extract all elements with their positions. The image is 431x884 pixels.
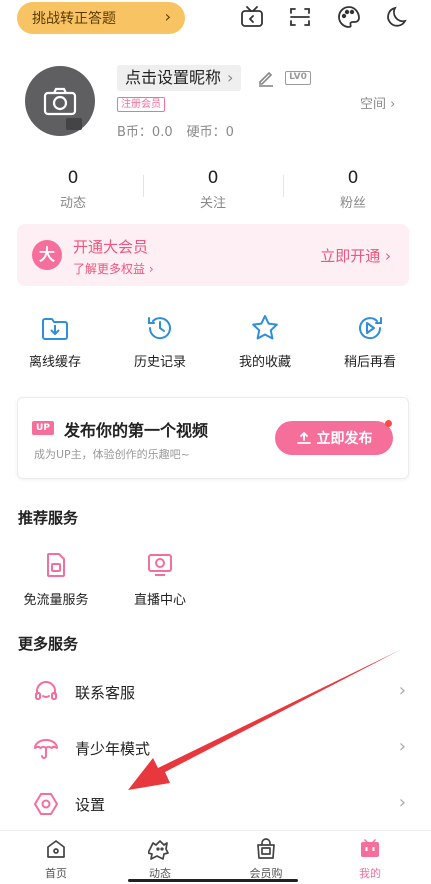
star-icon bbox=[250, 313, 280, 343]
quick-action-label: 稍后再看 bbox=[343, 355, 396, 370]
tv-scan-icon[interactable] bbox=[239, 4, 265, 30]
chevron-right-icon: › bbox=[390, 97, 396, 112]
vip-open-button[interactable]: 立即开通 › bbox=[320, 245, 391, 266]
chevron-right-icon: › bbox=[227, 68, 234, 87]
nickname-button[interactable]: 点击设置昵称 › bbox=[117, 65, 242, 91]
sim-card-icon bbox=[42, 551, 70, 579]
palette-icon[interactable] bbox=[336, 4, 362, 30]
row-customer-service[interactable]: 联系客服 › bbox=[0, 666, 431, 718]
stat-value: 0 bbox=[347, 168, 359, 188]
quick-action-label: 历史记录 bbox=[133, 355, 186, 370]
home-indicator bbox=[128, 879, 298, 882]
live-tv-icon bbox=[146, 551, 174, 579]
scan-icon[interactable] bbox=[287, 4, 313, 30]
row-settings[interactable]: 设置 › bbox=[0, 778, 431, 830]
quick-watch-later[interactable]: 稍后再看 bbox=[320, 313, 420, 370]
history-clock-icon bbox=[145, 313, 175, 343]
nav-label: 首页 bbox=[45, 867, 67, 880]
publish-button[interactable]: 立即发布 bbox=[275, 421, 393, 455]
stat-fans[interactable]: 0 粉丝 bbox=[303, 168, 403, 211]
camera-icon bbox=[43, 87, 77, 116]
row-teen-mode[interactable]: 青少年模式 › bbox=[0, 722, 431, 774]
chevron-right-icon: › bbox=[164, 7, 171, 26]
publish-label: 立即发布 bbox=[316, 431, 373, 447]
quick-offline-cache[interactable]: 离线缓存 bbox=[5, 313, 105, 370]
vip-benefits-label: 了解更多权益 bbox=[73, 262, 146, 276]
vip-open-label: 立即开通 bbox=[320, 247, 381, 265]
upload-card[interactable]: UP 发布你的第一个视频 成为UP主，体验创作的乐趣吧~ 立即发布 bbox=[17, 397, 409, 479]
watch-later-icon bbox=[355, 313, 385, 343]
stat-label: 动态 bbox=[59, 196, 86, 211]
divider bbox=[283, 175, 284, 197]
top-bar: 挑战转正答题 › bbox=[0, 0, 431, 38]
recommended-section-title: 推荐服务 bbox=[18, 509, 79, 527]
hard-coin-value: 硬币：0 bbox=[186, 125, 234, 140]
nav-member-shop[interactable]: 会员购 bbox=[226, 837, 306, 881]
upload-subtitle: 成为UP主，体验创作的乐趣吧~ bbox=[34, 448, 190, 461]
download-folder-icon bbox=[40, 313, 70, 343]
service-live-center[interactable]: 直播中心 bbox=[120, 551, 200, 608]
more-section-title: 更多服务 bbox=[18, 635, 79, 653]
nav-dynamic[interactable]: 动态 bbox=[120, 837, 200, 881]
shopping-bag-icon bbox=[254, 837, 278, 861]
stat-label: 关注 bbox=[199, 196, 226, 211]
space-label: 空间 bbox=[360, 97, 387, 112]
vip-title: 开通大会员 bbox=[73, 238, 149, 256]
up-tag: UP bbox=[32, 421, 54, 435]
level-badge: LV0 bbox=[285, 71, 311, 85]
quick-history[interactable]: 历史记录 bbox=[110, 313, 210, 370]
bottom-nav: 首页 动态 会员购 我的 bbox=[0, 830, 431, 884]
challenge-quiz-button[interactable]: 挑战转正答题 › bbox=[17, 2, 185, 34]
stat-following[interactable]: 0 关注 bbox=[163, 168, 263, 211]
row-label: 联系客服 bbox=[75, 684, 136, 702]
upload-cloud-icon bbox=[296, 431, 311, 444]
stat-dynamics[interactable]: 0 动态 bbox=[23, 168, 123, 211]
b-coin-value: B币：0.0 bbox=[117, 125, 173, 140]
challenge-quiz-label: 挑战转正答题 bbox=[32, 11, 116, 27]
row-label: 设置 bbox=[75, 796, 106, 814]
row-label: 青少年模式 bbox=[75, 740, 151, 758]
nav-mine[interactable]: 我的 bbox=[330, 837, 410, 881]
service-label: 免流量服务 bbox=[23, 593, 89, 608]
headset-icon bbox=[33, 679, 59, 705]
chevron-right-icon: › bbox=[398, 792, 406, 813]
nav-label: 我的 bbox=[359, 867, 381, 880]
chevron-right-icon: › bbox=[398, 736, 406, 757]
avatar[interactable] bbox=[25, 66, 95, 136]
edit-pencil-icon[interactable] bbox=[256, 68, 276, 88]
quick-action-label: 离线缓存 bbox=[28, 355, 81, 370]
quick-favorites[interactable]: 我的收藏 bbox=[215, 313, 315, 370]
quick-action-label: 我的收藏 bbox=[238, 355, 291, 370]
space-link[interactable]: 空间 › bbox=[360, 93, 395, 112]
stat-value: 0 bbox=[207, 168, 219, 188]
tv-mine-icon bbox=[358, 837, 382, 861]
vip-logo: 大 bbox=[32, 240, 62, 270]
notification-dot bbox=[385, 420, 392, 427]
nickname-label: 点击设置昵称 bbox=[125, 68, 222, 87]
divider bbox=[143, 175, 144, 197]
member-tag: 注册会员 bbox=[117, 97, 165, 112]
chevron-right-icon: › bbox=[385, 247, 391, 265]
chevron-right-icon: › bbox=[148, 262, 154, 276]
service-label: 直播中心 bbox=[133, 593, 186, 608]
stat-value: 0 bbox=[67, 168, 79, 188]
stat-label: 粉丝 bbox=[339, 196, 366, 211]
coin-balance: B币：0.0 硬币：0 bbox=[117, 121, 248, 140]
nav-home[interactable]: 首页 bbox=[16, 837, 96, 881]
upload-title: 发布你的第一个视频 bbox=[64, 421, 209, 440]
tv-badge-icon bbox=[66, 118, 82, 130]
moon-icon[interactable] bbox=[385, 4, 411, 30]
settings-icon bbox=[33, 791, 59, 817]
umbrella-icon bbox=[33, 735, 59, 761]
vip-benefits-link[interactable]: 了解更多权益 › bbox=[73, 260, 154, 277]
chevron-right-icon: › bbox=[398, 680, 406, 701]
home-icon bbox=[44, 837, 68, 861]
service-free-data[interactable]: 免流量服务 bbox=[16, 551, 96, 608]
vip-banner[interactable]: 大 开通大会员 了解更多权益 › 立即开通 › bbox=[17, 224, 409, 286]
dynamic-icon bbox=[147, 837, 172, 861]
